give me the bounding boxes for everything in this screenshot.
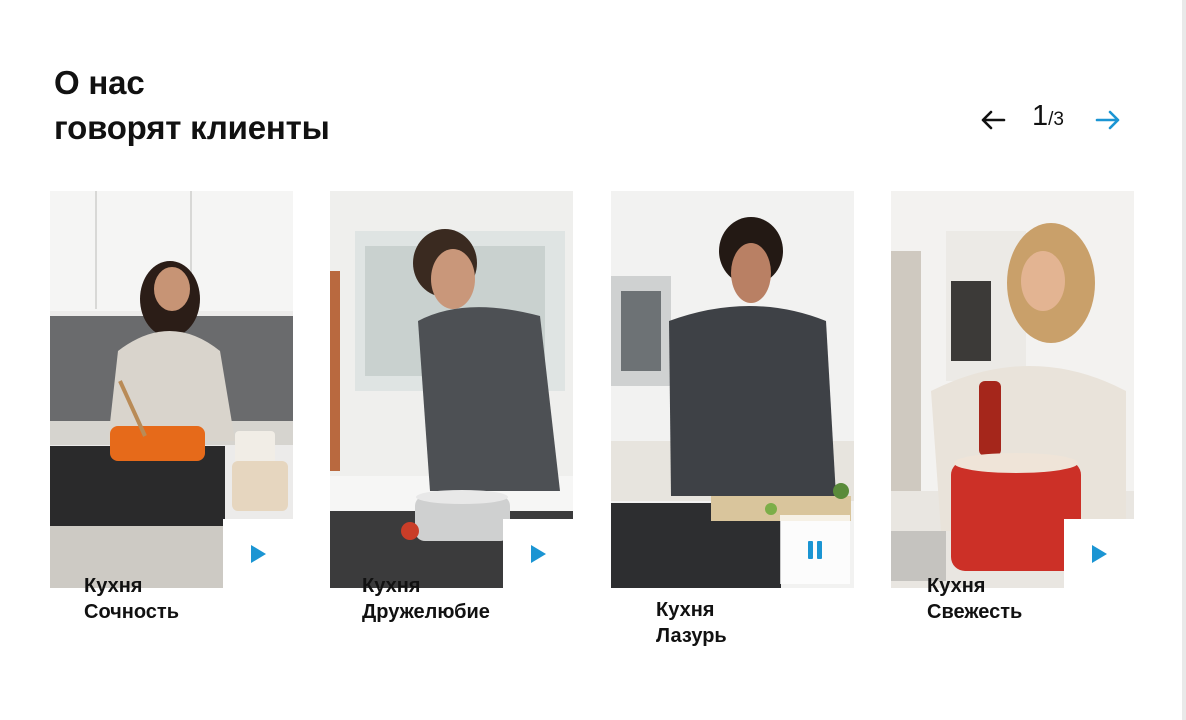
play-button[interactable] (503, 519, 573, 588)
caption-line-2: Свежесть (927, 601, 1023, 623)
testimonial-card-2[interactable]: Кухня Дружелюбие (330, 191, 573, 623)
card-caption: Кухня Свежесть (927, 573, 1022, 625)
caption-line-2: Дружелюбие (362, 601, 490, 623)
total-slides: /3 (1048, 109, 1064, 130)
arrow-right-icon (1095, 110, 1120, 130)
section-title-line-2: говорят клиенты (54, 109, 330, 146)
caption-line-2: Сочность (84, 601, 180, 623)
play-button[interactable] (1064, 519, 1134, 588)
caption-line-1: Кухня (362, 575, 421, 597)
play-icon (531, 544, 546, 563)
card-caption: Кухня Дружелюбие (362, 573, 490, 625)
testimonial-card-3[interactable]: Кухня Лазурь (611, 191, 854, 647)
arrow-left-icon (981, 110, 1006, 130)
testimonial-card-1[interactable]: Кухня Сочность (50, 191, 293, 623)
caption-line-2: Лазурь (656, 625, 727, 647)
current-slide-number: 1 (1032, 100, 1049, 132)
prev-slide-button[interactable] (978, 108, 1008, 132)
pause-button[interactable] (780, 515, 850, 584)
card-caption: Кухня Лазурь (656, 597, 727, 649)
section-title: О нас говорят клиенты (54, 60, 330, 150)
play-icon (1092, 544, 1107, 563)
testimonial-card-4[interactable]: Кухня Свежесть (891, 191, 1134, 623)
section-title-line-1: О нас (54, 64, 145, 101)
card-caption: Кухня Сочность (84, 573, 179, 625)
play-icon (251, 544, 266, 563)
testimonials-section: О нас говорят клиенты 1/3 Кухня Сочность… (0, 0, 1182, 720)
slide-counter: 1/3 (1032, 100, 1064, 133)
caption-line-1: Кухня (656, 599, 715, 621)
slider-pager: 1/3 (978, 100, 1128, 140)
play-button[interactable] (223, 519, 293, 588)
caption-line-1: Кухня (927, 575, 986, 597)
pause-icon (808, 540, 822, 559)
next-slide-button[interactable] (1094, 108, 1124, 132)
caption-line-1: Кухня (84, 575, 143, 597)
